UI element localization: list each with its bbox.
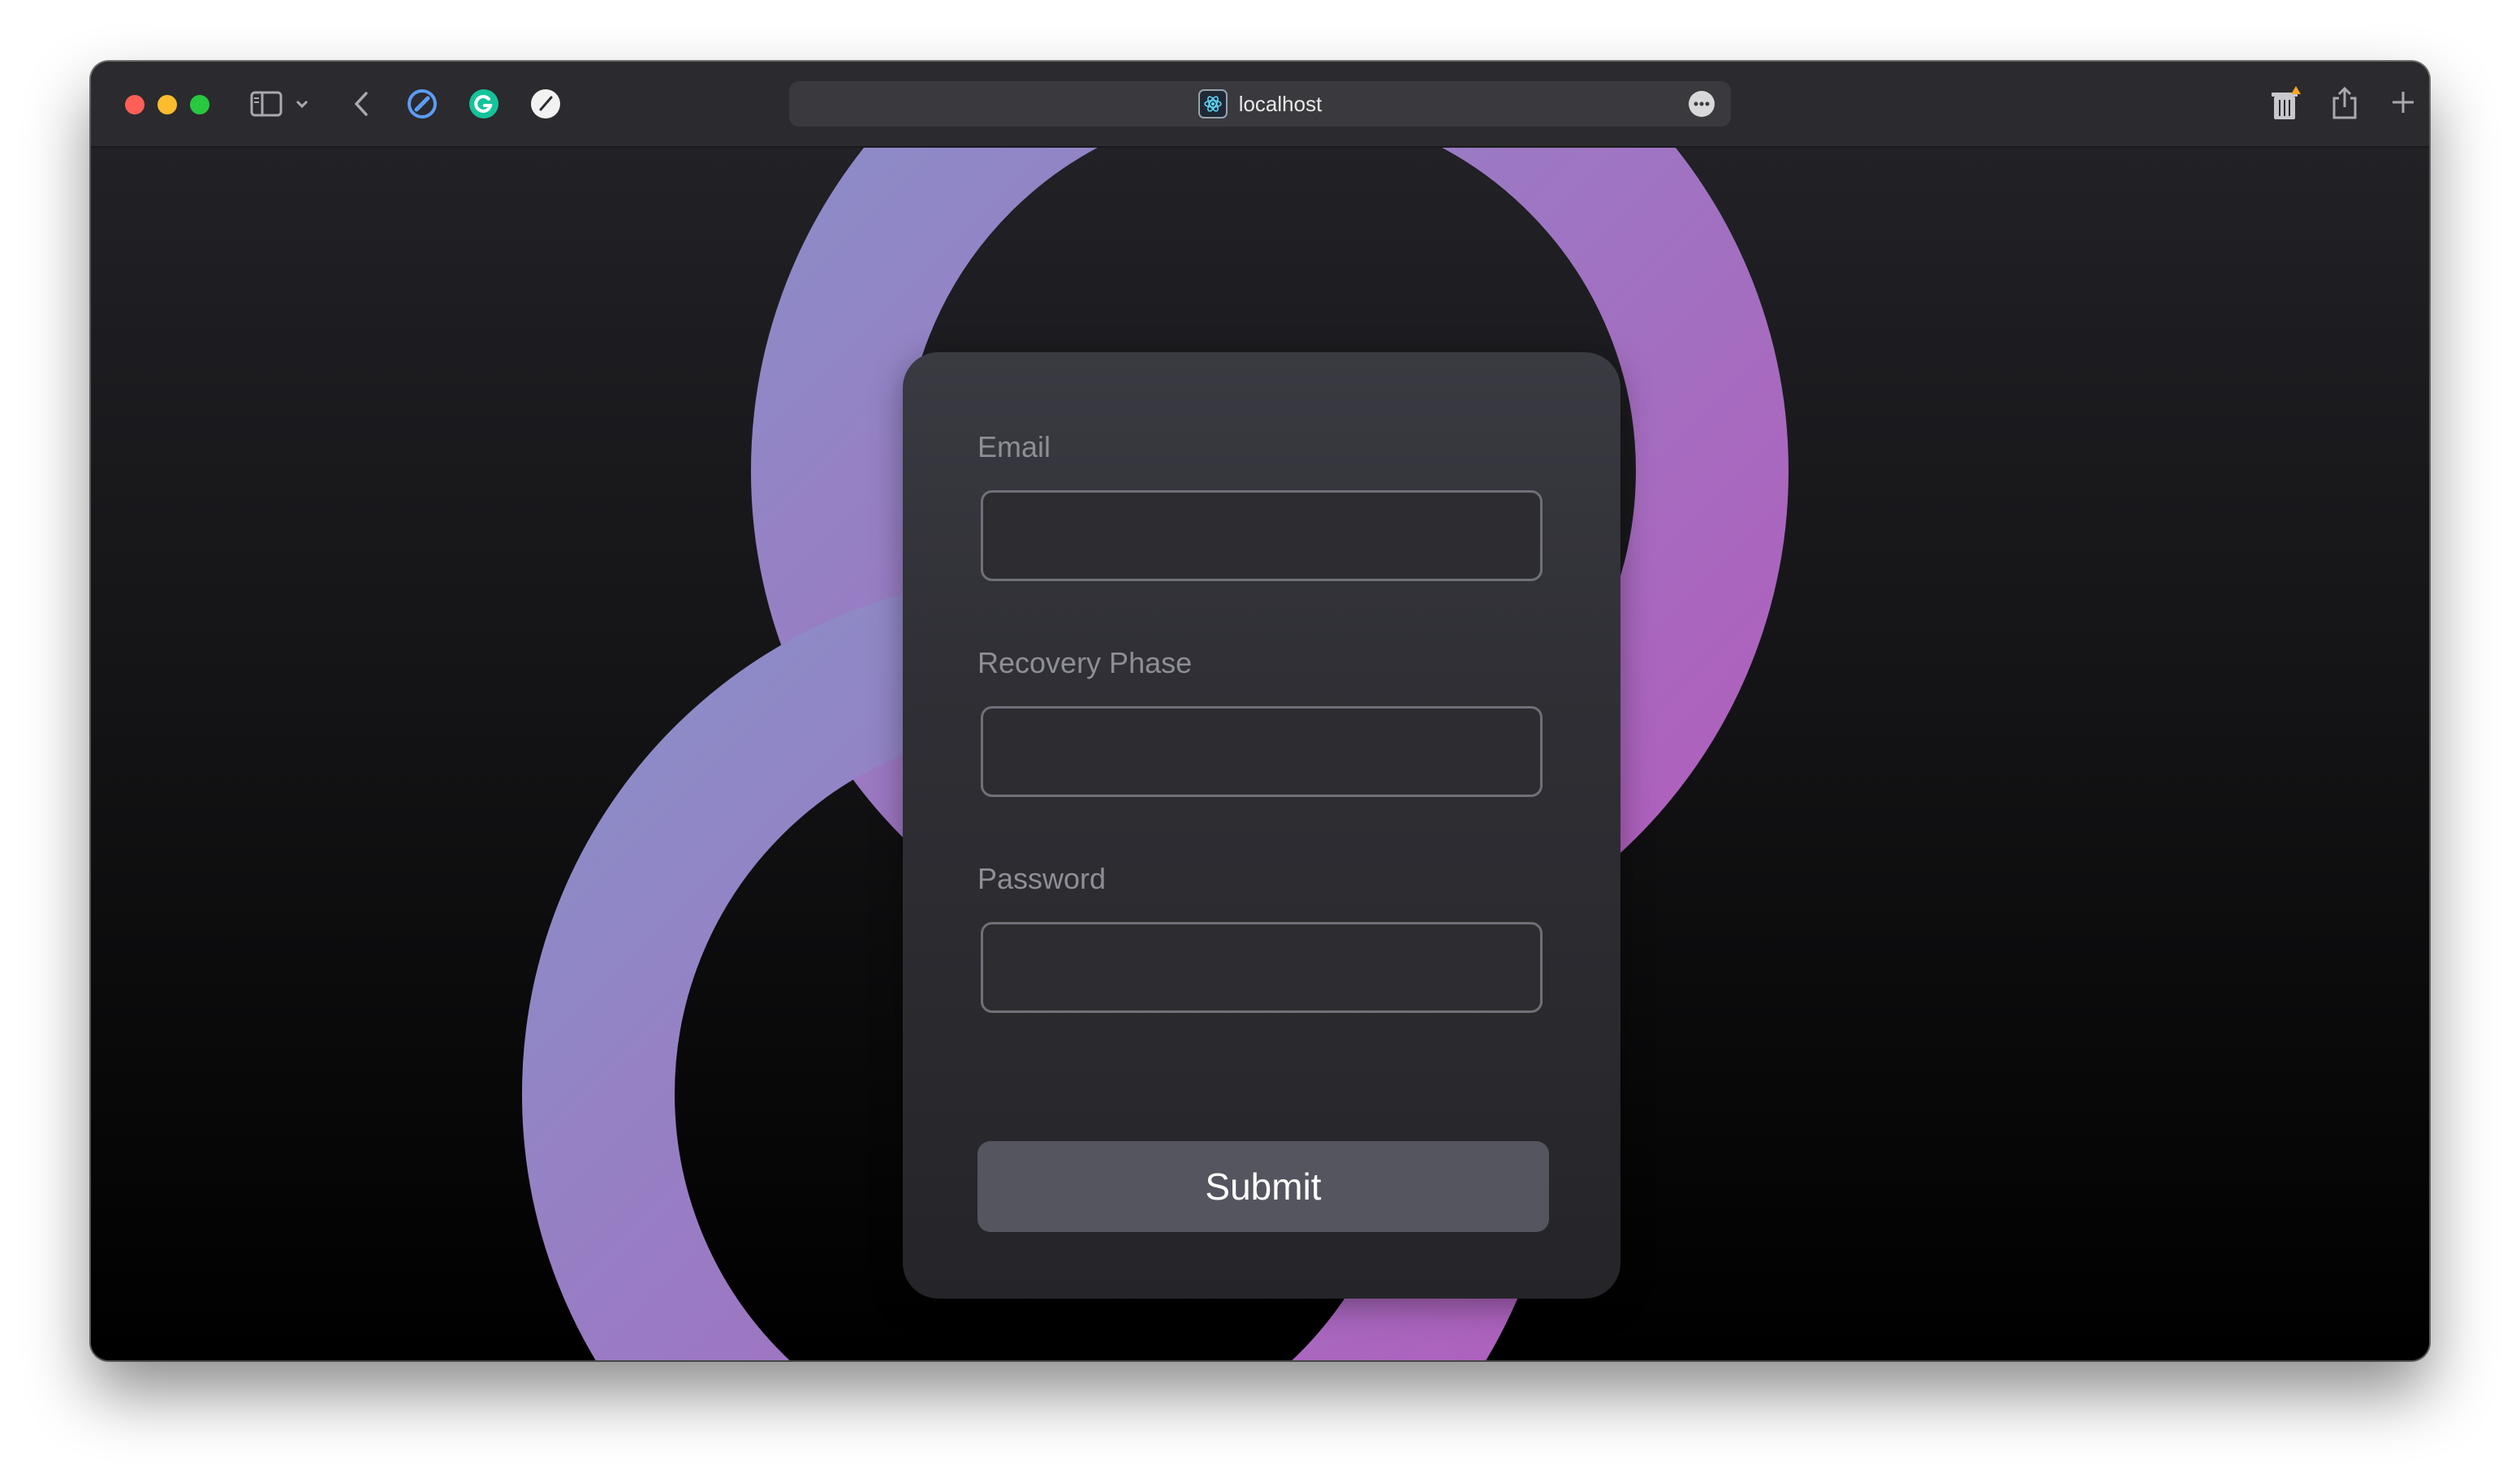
maximize-window-button[interactable] (190, 95, 209, 114)
compass-icon[interactable] (406, 88, 438, 120)
browser-window: localhost Email Recovery Phase Password … (91, 62, 2429, 1360)
chevron-down-icon[interactable] (294, 96, 310, 112)
minimize-window-button[interactable] (158, 95, 177, 114)
recovery-phase-label: Recovery Phase (977, 646, 1193, 679)
browser-toolbar: localhost (91, 62, 2429, 148)
share-icon[interactable] (2328, 84, 2361, 122)
login-card: Email Recovery Phase Password Submit (903, 352, 1620, 1299)
recovery-phase-field[interactable] (981, 706, 1543, 797)
password-field[interactable] (981, 922, 1543, 1013)
submit-button[interactable]: Submit (977, 1141, 1549, 1232)
ellipsis-icon[interactable] (1689, 91, 1715, 117)
email-field[interactable] (981, 490, 1543, 581)
page-content: Email Recovery Phase Password Submit (91, 148, 2429, 1360)
trash-icon[interactable] (2268, 84, 2302, 123)
site-favicon (1197, 89, 1228, 118)
url-text: localhost (1238, 91, 1323, 116)
email-label: Email (977, 430, 1051, 463)
back-arrow-icon[interactable] (349, 89, 373, 118)
sidebar-icon[interactable] (250, 89, 283, 118)
pen-icon[interactable] (529, 88, 562, 120)
address-bar[interactable]: localhost (789, 81, 1731, 127)
close-window-button[interactable] (125, 95, 145, 114)
grammarly-icon[interactable] (468, 88, 500, 120)
password-label: Password (977, 862, 1107, 895)
plus-icon[interactable] (2388, 88, 2418, 117)
